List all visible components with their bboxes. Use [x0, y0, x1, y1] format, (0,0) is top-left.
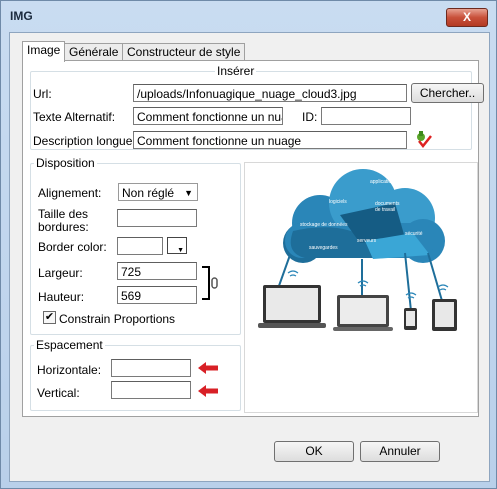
ok-button[interactable]: OK	[274, 441, 354, 462]
vertical-label: Vertical:	[37, 386, 80, 400]
tab-style-builder[interactable]: Constructeur de style	[122, 43, 246, 61]
image-tab-panel: Insérer Url: /uploads/Infonuagique_nuage…	[22, 60, 484, 417]
tablet-device	[432, 299, 457, 331]
cloud-shape	[283, 169, 445, 263]
url-label: Url:	[33, 87, 52, 101]
red-arrow-icon	[198, 385, 218, 397]
cloud-label: applications	[370, 179, 397, 185]
cloud-label: sécurité	[405, 231, 423, 237]
constrain-checkbox[interactable]: ✔	[43, 311, 56, 324]
tab-image[interactable]: Image	[22, 41, 66, 62]
cloud-label: logiciels	[329, 199, 347, 205]
monitor-device	[333, 295, 393, 331]
url-input[interactable]: /uploads/Infonuagique_nuage_cloud3.jpg	[133, 84, 407, 102]
caret-down-icon: ▼	[177, 247, 184, 254]
id-label: ID:	[302, 110, 318, 124]
height-input[interactable]: 569	[117, 286, 197, 304]
dialog-window: IMG X Image Générale Constructeur de sty…	[0, 0, 497, 489]
laptop-device	[258, 285, 326, 328]
link-proportions-icon[interactable]	[201, 265, 221, 301]
dialog-title: IMG	[10, 9, 33, 23]
alignment-label: Alignement:	[38, 186, 102, 200]
browse-button[interactable]: Chercher..	[411, 83, 484, 103]
alignment-value: Non réglé	[122, 186, 175, 200]
horizontal-label: Horizontale:	[37, 363, 102, 377]
border-size-input[interactable]	[117, 209, 197, 227]
color-picker-button[interactable]: ▼	[167, 237, 187, 254]
alignment-select[interactable]: Non réglé ▼	[118, 183, 198, 201]
red-arrow-icon	[198, 362, 218, 374]
espacement-legend: Espacement	[36, 338, 103, 352]
disposition-legend: Disposition	[36, 156, 95, 170]
image-preview: applications logiciels documents de trav…	[244, 162, 478, 413]
close-button[interactable]: X	[446, 8, 488, 27]
border-color-input[interactable]	[117, 237, 163, 255]
phone-device	[404, 308, 417, 330]
id-input[interactable]	[321, 107, 411, 125]
width-input[interactable]: 725	[117, 262, 197, 280]
vertical-spacing-input[interactable]	[111, 381, 191, 399]
tab-generale[interactable]: Générale	[64, 43, 124, 61]
border-size-label-line1: Taille des	[38, 207, 89, 221]
pick-link-icon[interactable]	[413, 129, 433, 149]
long-description-input[interactable]: Comment fonctionne un nuage	[133, 131, 407, 149]
border-size-label-line2: bordures:	[38, 220, 89, 234]
border-color-label: Border color:	[38, 240, 107, 254]
constrain-label: Constrain Proportions	[59, 312, 176, 326]
cloud-label: de travail	[375, 207, 395, 213]
width-label: Largeur:	[38, 266, 83, 280]
height-label: Hauteur:	[38, 290, 85, 304]
cloud-label: serveurs	[357, 238, 377, 244]
alt-text-input[interactable]: Comment fonctionne un nuage	[133, 107, 283, 125]
chevron-down-icon: ▼	[184, 188, 193, 198]
title-bar[interactable]: IMG X	[1, 1, 496, 31]
horizontal-spacing-input[interactable]	[111, 359, 191, 377]
cancel-button[interactable]: Annuler	[360, 441, 440, 462]
cloud-label: stockage de données	[300, 222, 348, 228]
cloud-label: sauvegardes	[309, 245, 338, 251]
inserer-legend: Insérer	[217, 64, 255, 78]
dialog-body: Image Générale Constructeur de style Ins…	[9, 32, 490, 482]
long-description-label: Description longue:	[33, 134, 136, 148]
cloud-computing-illustration: applications logiciels documents de trav…	[258, 169, 457, 331]
alt-text-label: Texte Alternatif:	[33, 110, 116, 124]
